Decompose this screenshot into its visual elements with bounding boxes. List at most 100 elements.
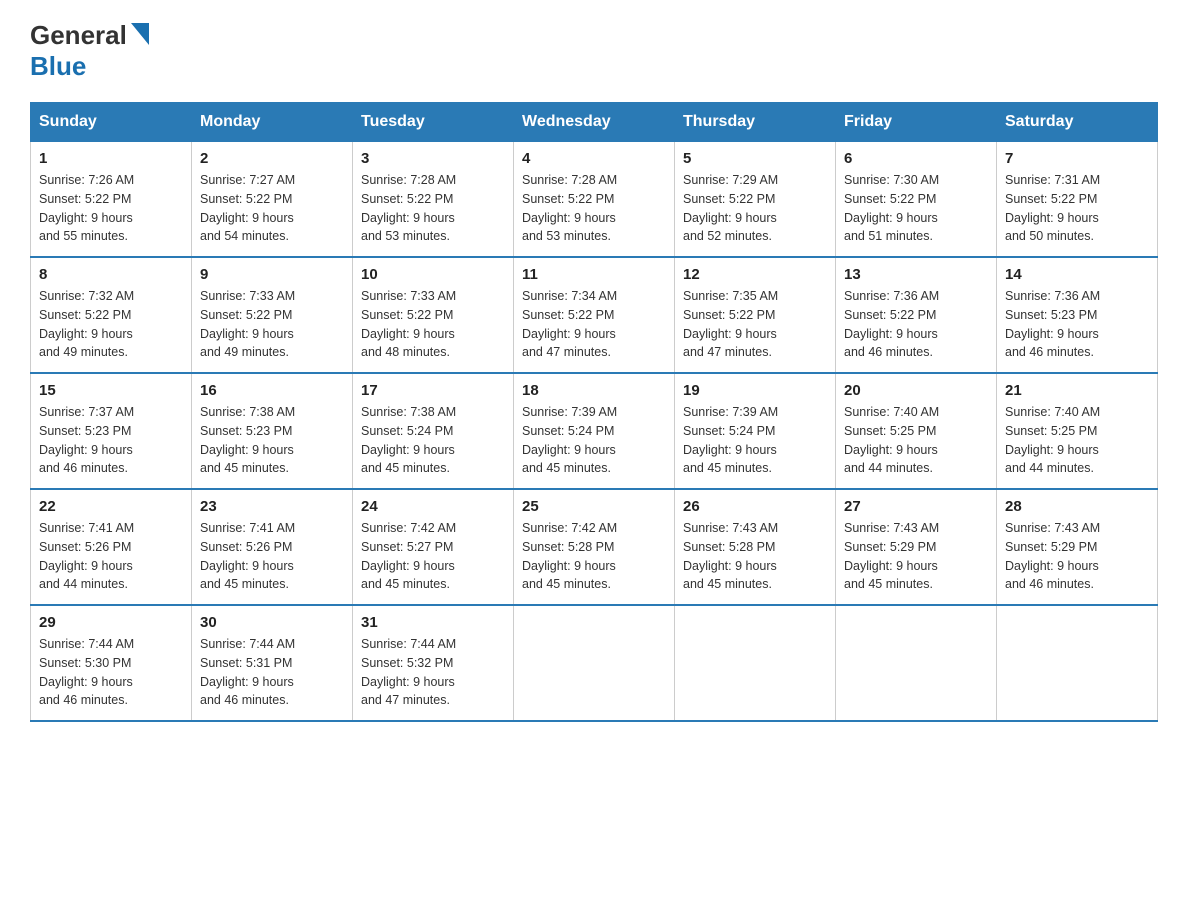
calendar-day-cell: 12 Sunrise: 7:35 AMSunset: 5:22 PMDayligh… <box>675 257 836 373</box>
calendar-day-cell: 10 Sunrise: 7:33 AMSunset: 5:22 PMDayligh… <box>353 257 514 373</box>
day-number: 2 <box>200 150 344 167</box>
day-info: Sunrise: 7:27 AMSunset: 5:22 PMDaylight:… <box>200 171 344 246</box>
day-info: Sunrise: 7:44 AMSunset: 5:30 PMDaylight:… <box>39 635 183 710</box>
day-info: Sunrise: 7:42 AMSunset: 5:27 PMDaylight:… <box>361 519 505 594</box>
calendar-day-cell: 27 Sunrise: 7:43 AMSunset: 5:29 PMDayligh… <box>836 489 997 605</box>
day-info: Sunrise: 7:38 AMSunset: 5:24 PMDaylight:… <box>361 403 505 478</box>
calendar-day-cell: 4 Sunrise: 7:28 AMSunset: 5:22 PMDaylight… <box>514 142 675 258</box>
day-number: 13 <box>844 266 988 283</box>
day-number: 1 <box>39 150 183 167</box>
calendar-day-cell: 14 Sunrise: 7:36 AMSunset: 5:23 PMDayligh… <box>997 257 1158 373</box>
logo: General Blue <box>30 20 149 82</box>
header-day-wednesday: Wednesday <box>514 103 675 142</box>
day-number: 26 <box>683 498 827 515</box>
calendar-week-row: 1 Sunrise: 7:26 AMSunset: 5:22 PMDaylight… <box>31 142 1158 258</box>
day-number: 16 <box>200 382 344 399</box>
day-info: Sunrise: 7:33 AMSunset: 5:22 PMDaylight:… <box>361 287 505 362</box>
logo-general-text: General <box>30 20 127 51</box>
calendar-empty-cell <box>675 605 836 721</box>
calendar-week-row: 8Sunrise: 7:32 AMSunset: 5:22 PMDaylight… <box>31 257 1158 373</box>
day-number: 28 <box>1005 498 1149 515</box>
day-info: Sunrise: 7:28 AMSunset: 5:22 PMDaylight:… <box>361 171 505 246</box>
day-number: 24 <box>361 498 505 515</box>
calendar-day-cell: 11 Sunrise: 7:34 AMSunset: 5:22 PMDayligh… <box>514 257 675 373</box>
day-info: Sunrise: 7:43 AMSunset: 5:28 PMDaylight:… <box>683 519 827 594</box>
calendar-day-cell: 22 Sunrise: 7:41 AMSunset: 5:26 PMDayligh… <box>31 489 192 605</box>
day-number: 20 <box>844 382 988 399</box>
calendar-day-cell: 21Sunrise: 7:40 AMSunset: 5:25 PMDayligh… <box>997 373 1158 489</box>
calendar-day-cell: 25Sunrise: 7:42 AMSunset: 5:28 PMDayligh… <box>514 489 675 605</box>
day-number: 15 <box>39 382 183 399</box>
day-number: 22 <box>39 498 183 515</box>
day-info: Sunrise: 7:38 AMSunset: 5:23 PMDaylight:… <box>200 403 344 478</box>
calendar-empty-cell <box>514 605 675 721</box>
calendar-day-cell: 5 Sunrise: 7:29 AMSunset: 5:22 PMDaylight… <box>675 142 836 258</box>
day-info: Sunrise: 7:30 AMSunset: 5:22 PMDaylight:… <box>844 171 988 246</box>
day-number: 5 <box>683 150 827 167</box>
calendar-day-cell: 13 Sunrise: 7:36 AMSunset: 5:22 PMDayligh… <box>836 257 997 373</box>
calendar-day-cell: 1 Sunrise: 7:26 AMSunset: 5:22 PMDaylight… <box>31 142 192 258</box>
day-info: Sunrise: 7:41 AMSunset: 5:26 PMDaylight:… <box>39 519 183 594</box>
day-number: 17 <box>361 382 505 399</box>
day-number: 23 <box>200 498 344 515</box>
day-info: Sunrise: 7:42 AMSunset: 5:28 PMDaylight:… <box>522 519 666 594</box>
calendar-week-row: 29 Sunrise: 7:44 AMSunset: 5:30 PMDayligh… <box>31 605 1158 721</box>
day-info: Sunrise: 7:43 AMSunset: 5:29 PMDaylight:… <box>1005 519 1149 594</box>
header-day-sunday: Sunday <box>31 103 192 142</box>
header-day-tuesday: Tuesday <box>353 103 514 142</box>
calendar-day-cell: 26 Sunrise: 7:43 AMSunset: 5:28 PMDayligh… <box>675 489 836 605</box>
day-info: Sunrise: 7:37 AMSunset: 5:23 PMDaylight:… <box>39 403 183 478</box>
day-number: 27 <box>844 498 988 515</box>
calendar-day-cell: 9Sunrise: 7:33 AMSunset: 5:22 PMDaylight… <box>192 257 353 373</box>
day-number: 30 <box>200 614 344 631</box>
logo-blue-text: Blue <box>30 51 86 81</box>
day-info: Sunrise: 7:28 AMSunset: 5:22 PMDaylight:… <box>522 171 666 246</box>
day-number: 29 <box>39 614 183 631</box>
day-number: 7 <box>1005 150 1149 167</box>
day-number: 4 <box>522 150 666 167</box>
logo-arrow-icon <box>131 23 149 50</box>
day-info: Sunrise: 7:44 AMSunset: 5:32 PMDaylight:… <box>361 635 505 710</box>
day-number: 10 <box>361 266 505 283</box>
day-number: 12 <box>683 266 827 283</box>
page-header: General Blue <box>30 20 1158 82</box>
day-info: Sunrise: 7:36 AMSunset: 5:23 PMDaylight:… <box>1005 287 1149 362</box>
calendar-empty-cell <box>836 605 997 721</box>
day-number: 31 <box>361 614 505 631</box>
calendar-day-cell: 28 Sunrise: 7:43 AMSunset: 5:29 PMDayligh… <box>997 489 1158 605</box>
calendar-day-cell: 24 Sunrise: 7:42 AMSunset: 5:27 PMDayligh… <box>353 489 514 605</box>
calendar-day-cell: 20 Sunrise: 7:40 AMSunset: 5:25 PMDayligh… <box>836 373 997 489</box>
day-info: Sunrise: 7:44 AMSunset: 5:31 PMDaylight:… <box>200 635 344 710</box>
calendar-day-cell: 7Sunrise: 7:31 AMSunset: 5:22 PMDaylight… <box>997 142 1158 258</box>
day-info: Sunrise: 7:41 AMSunset: 5:26 PMDaylight:… <box>200 519 344 594</box>
calendar-day-cell: 29 Sunrise: 7:44 AMSunset: 5:30 PMDayligh… <box>31 605 192 721</box>
calendar-header-row: SundayMondayTuesdayWednesdayThursdayFrid… <box>31 103 1158 142</box>
day-info: Sunrise: 7:36 AMSunset: 5:22 PMDaylight:… <box>844 287 988 362</box>
day-number: 6 <box>844 150 988 167</box>
calendar-day-cell: 17 Sunrise: 7:38 AMSunset: 5:24 PMDayligh… <box>353 373 514 489</box>
header-day-thursday: Thursday <box>675 103 836 142</box>
day-number: 14 <box>1005 266 1149 283</box>
calendar-day-cell: 16 Sunrise: 7:38 AMSunset: 5:23 PMDayligh… <box>192 373 353 489</box>
day-info: Sunrise: 7:40 AMSunset: 5:25 PMDaylight:… <box>844 403 988 478</box>
calendar-day-cell: 19Sunrise: 7:39 AMSunset: 5:24 PMDayligh… <box>675 373 836 489</box>
calendar-empty-cell <box>997 605 1158 721</box>
calendar-day-cell: 3 Sunrise: 7:28 AMSunset: 5:22 PMDaylight… <box>353 142 514 258</box>
calendar-day-cell: 31 Sunrise: 7:44 AMSunset: 5:32 PMDayligh… <box>353 605 514 721</box>
day-info: Sunrise: 7:40 AMSunset: 5:25 PMDaylight:… <box>1005 403 1149 478</box>
day-number: 3 <box>361 150 505 167</box>
day-info: Sunrise: 7:43 AMSunset: 5:29 PMDaylight:… <box>844 519 988 594</box>
calendar-day-cell: 2 Sunrise: 7:27 AMSunset: 5:22 PMDaylight… <box>192 142 353 258</box>
day-number: 8 <box>39 266 183 283</box>
day-info: Sunrise: 7:39 AMSunset: 5:24 PMDaylight:… <box>522 403 666 478</box>
day-info: Sunrise: 7:39 AMSunset: 5:24 PMDaylight:… <box>683 403 827 478</box>
header-day-friday: Friday <box>836 103 997 142</box>
day-number: 11 <box>522 266 666 283</box>
day-info: Sunrise: 7:29 AMSunset: 5:22 PMDaylight:… <box>683 171 827 246</box>
calendar-day-cell: 15 Sunrise: 7:37 AMSunset: 5:23 PMDayligh… <box>31 373 192 489</box>
day-info: Sunrise: 7:26 AMSunset: 5:22 PMDaylight:… <box>39 171 183 246</box>
day-info: Sunrise: 7:35 AMSunset: 5:22 PMDaylight:… <box>683 287 827 362</box>
header-day-monday: Monday <box>192 103 353 142</box>
calendar-day-cell: 6 Sunrise: 7:30 AMSunset: 5:22 PMDaylight… <box>836 142 997 258</box>
day-info: Sunrise: 7:34 AMSunset: 5:22 PMDaylight:… <box>522 287 666 362</box>
